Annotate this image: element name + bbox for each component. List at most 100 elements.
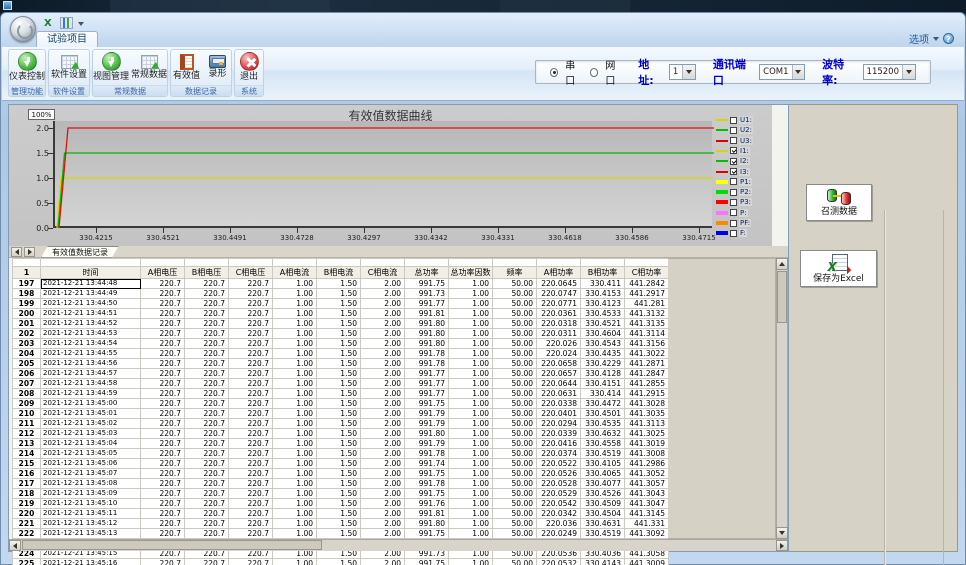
- cell-value[interactable]: 1.00: [273, 349, 317, 359]
- cell-value[interactable]: 991.81: [405, 509, 449, 519]
- cell-value[interactable]: 2.00: [361, 559, 405, 565]
- cell-value[interactable]: 2.00: [361, 419, 405, 429]
- vertical-scrollbar[interactable]: [776, 258, 788, 539]
- legend-checkbox[interactable]: [730, 220, 737, 227]
- cell-time[interactable]: 2021-12-21 13:45:04: [41, 439, 141, 449]
- cell-value[interactable]: 220.7: [185, 389, 229, 399]
- cell-value[interactable]: 1.00: [449, 509, 493, 519]
- cell-value[interactable]: 330.4153: [581, 289, 625, 299]
- cell-value[interactable]: 1.00: [449, 409, 493, 419]
- cell-value[interactable]: 220.7: [141, 449, 185, 459]
- cell-value[interactable]: 1.00: [273, 419, 317, 429]
- cell-value[interactable]: 441.3135: [625, 319, 669, 329]
- cell-value[interactable]: 1.50: [317, 429, 361, 439]
- cell-value[interactable]: 220.7: [185, 419, 229, 429]
- cell-value[interactable]: 1.00: [449, 559, 493, 565]
- cell-value[interactable]: 1.00: [273, 409, 317, 419]
- cell-value[interactable]: 1.50: [317, 339, 361, 349]
- cell-value[interactable]: 220.7: [141, 349, 185, 359]
- cell-value[interactable]: 220.7: [185, 429, 229, 439]
- cell-value[interactable]: 1.00: [273, 509, 317, 519]
- cell-value[interactable]: 220.7: [229, 409, 273, 419]
- software-settings-button[interactable]: 软件设置: [51, 51, 87, 86]
- cell-value[interactable]: 441.2917: [625, 289, 669, 299]
- cell-value[interactable]: 991.77: [405, 299, 449, 309]
- cell-value[interactable]: 50.00: [493, 389, 537, 399]
- cell-time[interactable]: 2021-12-21 13:44:53: [41, 329, 141, 339]
- cell-value[interactable]: 441.3028: [625, 399, 669, 409]
- cell-value[interactable]: 220.7: [185, 529, 229, 539]
- cell-value[interactable]: 441.3047: [625, 499, 669, 509]
- cell-value[interactable]: 1.00: [273, 399, 317, 409]
- normal-data-button[interactable]: 常规数据: [131, 51, 167, 86]
- cell-value[interactable]: 1.50: [317, 499, 361, 509]
- cell-value[interactable]: 2.00: [361, 329, 405, 339]
- cell-value[interactable]: 1.00: [273, 559, 317, 565]
- cell-value[interactable]: 220.7: [185, 349, 229, 359]
- cell-time[interactable]: 2021-12-21 13:44:55: [41, 349, 141, 359]
- cell-value[interactable]: 1.50: [317, 439, 361, 449]
- cell-value[interactable]: 220.7: [229, 449, 273, 459]
- cell-value[interactable]: 2.00: [361, 289, 405, 299]
- cell-value[interactable]: 220.7: [229, 279, 273, 289]
- cell-value[interactable]: 220.7: [229, 509, 273, 519]
- cell-value[interactable]: 1.50: [317, 289, 361, 299]
- cell-value[interactable]: 220.7: [185, 489, 229, 499]
- cell-value[interactable]: 1.00: [449, 499, 493, 509]
- cell-value[interactable]: 220.7: [229, 349, 273, 359]
- cell-value[interactable]: 220.7: [185, 519, 229, 529]
- cell-value[interactable]: 220.7: [141, 499, 185, 509]
- cell-value[interactable]: 2.00: [361, 489, 405, 499]
- cell-value[interactable]: 220.7: [185, 279, 229, 289]
- cell-value[interactable]: 441.2915: [625, 389, 669, 399]
- cell-value[interactable]: 1.00: [273, 319, 317, 329]
- cell-value[interactable]: 330.4105: [581, 459, 625, 469]
- cell-value[interactable]: 441.3057: [625, 479, 669, 489]
- cell-value[interactable]: 1.00: [273, 369, 317, 379]
- cell-value[interactable]: 2.00: [361, 299, 405, 309]
- cell-value[interactable]: 50.00: [493, 529, 537, 539]
- cell-value[interactable]: 1.50: [317, 559, 361, 565]
- cell-time[interactable]: 2021-12-21 13:45:10: [41, 499, 141, 509]
- cell-value[interactable]: 220.7: [229, 419, 273, 429]
- cell-value[interactable]: 1.00: [273, 389, 317, 399]
- cell-value[interactable]: 991.79: [405, 439, 449, 449]
- cell-value[interactable]: 220.7: [141, 329, 185, 339]
- cell-time[interactable]: 2021-12-21 13:45:01: [41, 409, 141, 419]
- save-as-excel-button[interactable]: X 保存为Excel: [800, 250, 877, 287]
- cell-value[interactable]: 50.00: [493, 319, 537, 329]
- cell-value[interactable]: 50.00: [493, 329, 537, 339]
- cell-value[interactable]: 2.00: [361, 499, 405, 509]
- cell-value[interactable]: 2.00: [361, 409, 405, 419]
- cell-value[interactable]: 330.411: [581, 279, 625, 289]
- cell-time[interactable]: 2021-12-21 13:45:03: [41, 429, 141, 439]
- cell-time[interactable]: 2021-12-21 13:45:07: [41, 469, 141, 479]
- cell-value[interactable]: 441.3113: [625, 419, 669, 429]
- cell-value[interactable]: 1.50: [317, 279, 361, 289]
- cell-value[interactable]: 1.00: [449, 469, 493, 479]
- cell-value[interactable]: 1.00: [449, 299, 493, 309]
- cell-value[interactable]: 991.78: [405, 449, 449, 459]
- cell-value[interactable]: 220.7: [229, 329, 273, 339]
- cell-value[interactable]: 330.4604: [581, 329, 625, 339]
- cell-value[interactable]: 2.00: [361, 389, 405, 399]
- cell-value[interactable]: 50.00: [493, 309, 537, 319]
- cell-value[interactable]: 1.00: [273, 329, 317, 339]
- cell-value[interactable]: 220.7: [141, 359, 185, 369]
- cell-value[interactable]: 991.77: [405, 389, 449, 399]
- cell-value[interactable]: 220.0529: [537, 489, 581, 499]
- cell-value[interactable]: 2.00: [361, 509, 405, 519]
- cell-value[interactable]: 1.00: [449, 489, 493, 499]
- cell-value[interactable]: 220.7: [185, 309, 229, 319]
- cell-value[interactable]: 220.7: [141, 319, 185, 329]
- cell-value[interactable]: 330.4143: [581, 559, 625, 565]
- cell-value[interactable]: 1.00: [273, 479, 317, 489]
- cell-value[interactable]: 991.75: [405, 469, 449, 479]
- cell-value[interactable]: 991.76: [405, 499, 449, 509]
- cell-value[interactable]: 2.00: [361, 339, 405, 349]
- serial-radio[interactable]: [550, 68, 558, 77]
- cell-value[interactable]: 220.7: [229, 399, 273, 409]
- cell-value[interactable]: 220.7: [185, 319, 229, 329]
- cell-value[interactable]: 1.50: [317, 519, 361, 529]
- quick-access-dropdown-icon[interactable]: [78, 22, 84, 26]
